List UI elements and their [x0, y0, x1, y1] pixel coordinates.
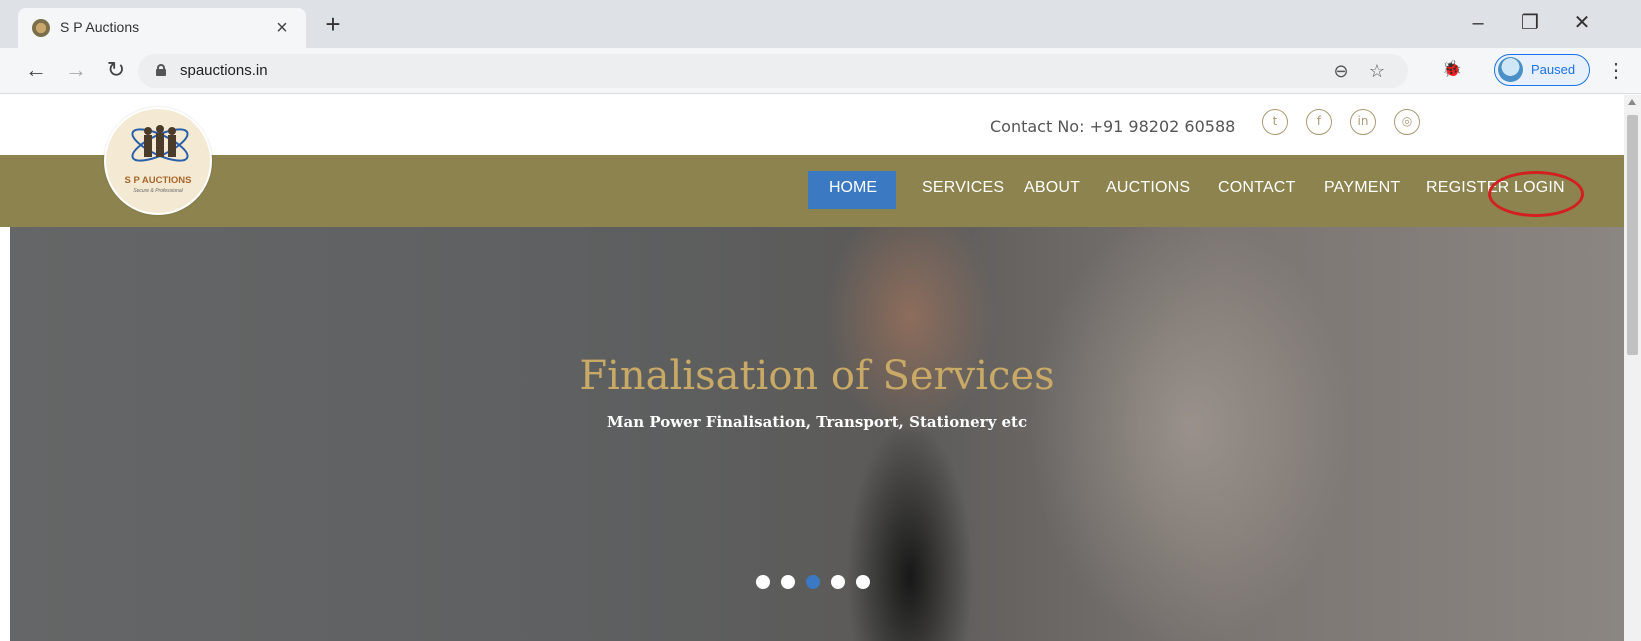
top-info-bar: Contact No: +91 98202 60588 t f in ◎: [0, 95, 1624, 155]
browser-tab[interactable]: S P Auctions ×: [18, 8, 306, 48]
new-tab-button[interactable]: +: [318, 10, 348, 38]
nav-services[interactable]: SERVICES: [922, 179, 1004, 197]
web-page: Contact No: +91 98202 60588 t f in ◎ HOM…: [0, 95, 1624, 641]
scroll-up-icon[interactable]: [1628, 99, 1636, 105]
close-tab-icon[interactable]: ×: [270, 14, 294, 42]
main-navbar: HOME SERVICES ABOUT AUCTIONS CONTACT PAY…: [0, 155, 1624, 227]
facebook-icon[interactable]: f: [1306, 109, 1332, 135]
dribbble-icon[interactable]: ◎: [1394, 109, 1420, 135]
nav-auctions[interactable]: AUCTIONS: [1106, 179, 1190, 197]
logo-people-icon: [131, 125, 189, 162]
site-favicon-icon: [32, 19, 50, 37]
nav-contact[interactable]: CONTACT: [1218, 179, 1296, 197]
forward-icon[interactable]: →: [62, 56, 90, 84]
linkedin-icon[interactable]: in: [1350, 109, 1376, 135]
slide-dot-1[interactable]: [756, 575, 770, 589]
hero-title: Finalisation of Services: [579, 353, 1055, 399]
nav-home[interactable]: HOME: [808, 171, 896, 209]
nav-payment[interactable]: PAYMENT: [1324, 179, 1400, 197]
login-highlight-circle: [1488, 171, 1584, 217]
lock-icon[interactable]: [156, 64, 166, 76]
hero-subtitle: Man Power Finalisation, Transport, Stati…: [606, 413, 1028, 431]
browser-tabstrip: S P Auctions × + – ❐ ✕: [0, 0, 1641, 48]
page-scrollbar[interactable]: [1624, 95, 1641, 641]
site-logo[interactable]: S P AUCTIONS Secure & Professional: [104, 107, 212, 215]
reload-icon[interactable]: ↻: [102, 56, 130, 84]
nav-about[interactable]: ABOUT: [1024, 179, 1080, 197]
url-text[interactable]: spauctions.in: [180, 62, 268, 79]
tab-title: S P Auctions: [60, 19, 140, 35]
logo-tagline: Secure & Professional: [133, 188, 183, 194]
minimize-button[interactable]: –: [1458, 8, 1498, 38]
slide-dot-3[interactable]: [806, 575, 820, 589]
zoom-icon[interactable]: ⊖: [1328, 58, 1354, 84]
browser-menu-icon[interactable]: ⋮: [1606, 56, 1626, 86]
twitter-icon[interactable]: t: [1262, 109, 1288, 135]
star-icon[interactable]: ☆: [1364, 58, 1390, 84]
profile-status: Paused: [1531, 62, 1576, 77]
hero-slider[interactable]: Finalisation of Services Man Power Final…: [10, 227, 1624, 641]
slide-dot-4[interactable]: [831, 575, 845, 589]
slider-pagination: [756, 575, 876, 591]
avatar: [1498, 57, 1523, 82]
slide-dot-2[interactable]: [781, 575, 795, 589]
profile-button[interactable]: Paused: [1494, 54, 1590, 86]
address-bar[interactable]: spauctions.in ⊖ ☆: [138, 54, 1408, 88]
scroll-thumb[interactable]: [1627, 115, 1638, 355]
slide-dot-5[interactable]: [856, 575, 870, 589]
browser-toolbar: ← → ↻ spauctions.in ⊖ ☆ 🐞 Paused ⋮: [0, 48, 1641, 94]
logo-title: S P AUCTIONS: [124, 175, 192, 186]
extension-icon[interactable]: 🐞: [1442, 60, 1462, 80]
close-window-button[interactable]: ✕: [1562, 8, 1602, 38]
restore-button[interactable]: ❐: [1510, 8, 1550, 38]
back-icon[interactable]: ←: [22, 56, 50, 84]
nav-home-label: HOME: [829, 179, 877, 196]
contact-number: Contact No: +91 98202 60588: [990, 117, 1236, 136]
